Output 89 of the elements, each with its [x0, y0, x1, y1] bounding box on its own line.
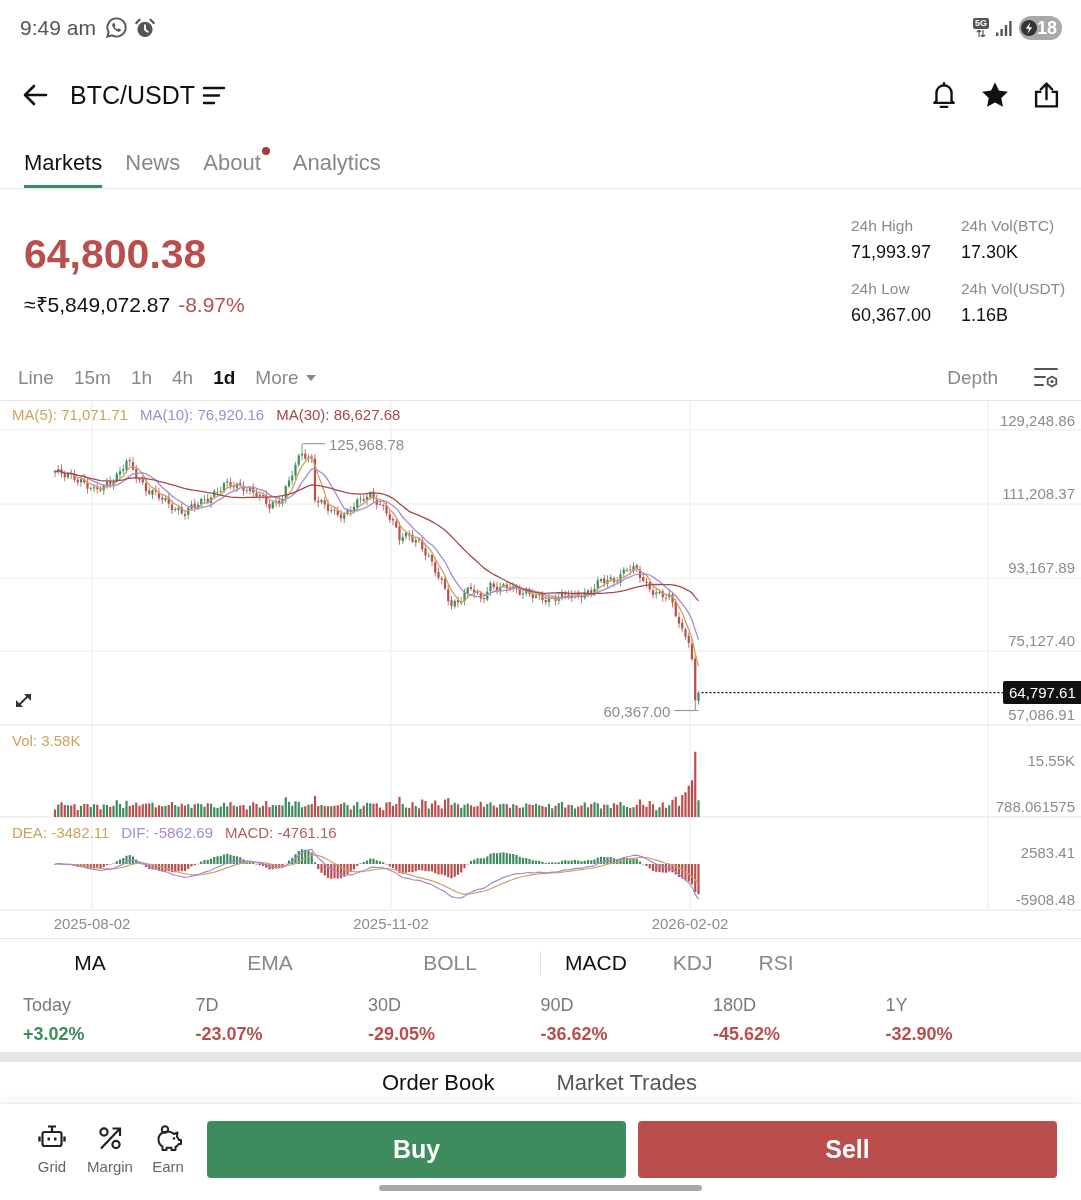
more-dropdown[interactable]: More — [255, 366, 316, 389]
indicator-legend: MA(5): 71,071.71 — [12, 406, 128, 424]
period-label: 180D — [713, 994, 757, 1016]
stat-value: 71,993.97 — [851, 241, 932, 264]
stat-label: 24h Vol(BTC) — [961, 216, 1055, 236]
expand-icon[interactable] — [16, 694, 31, 707]
indicator-legend: DEA: -3482.11 — [12, 824, 110, 842]
indicator-tab[interactable]: BOLL — [423, 950, 477, 975]
tab[interactable]: Markets — [24, 149, 103, 188]
chat-icon — [104, 16, 128, 39]
date-axis-label: 2026-02-02 — [651, 914, 729, 932]
tab[interactable]: About — [203, 149, 270, 188]
volume-axis-label: 15.55K — [1027, 751, 1075, 769]
alarm-clock-icon — [133, 16, 156, 39]
network-type-label: 5G — [973, 18, 989, 29]
period-label: Today — [23, 994, 72, 1016]
stat-value: 1.16B — [961, 304, 1009, 327]
indicator-legend: MACD: -4761.16 — [225, 824, 337, 842]
battery-percentage: 18 — [1036, 17, 1057, 38]
sell-button[interactable]: Sell — [638, 1121, 1057, 1178]
tab[interactable]: Market Trades — [556, 1069, 698, 1096]
indicator-legend: MA(10): 76,920.16 — [139, 406, 265, 424]
macd-axis-label: -5908.48 — [1015, 890, 1075, 908]
piggy-bank-icon — [154, 1124, 182, 1152]
percent-icon — [96, 1124, 124, 1152]
tab[interactable]: Order Book — [382, 1069, 495, 1096]
sort-icon[interactable] — [202, 84, 226, 106]
interval-tab[interactable]: 4h — [172, 366, 194, 389]
tab[interactable]: Analytics — [292, 149, 381, 188]
stat-label: 24h Low — [851, 279, 910, 299]
interval-tab[interactable]: Line — [18, 366, 54, 389]
price-axis-label: 93,167.89 — [1008, 558, 1075, 576]
macd-axis-label: 2583.41 — [1020, 843, 1075, 861]
stat-label: 24h High — [851, 216, 914, 236]
indicator-tab[interactable]: KDJ — [672, 950, 713, 975]
nav-button[interactable]: Margin — [85, 1124, 135, 1177]
signal-icon — [996, 19, 1012, 36]
price-axis-label: 129,248.86 — [999, 411, 1075, 429]
indicator-legend: DIF: -5862.69 — [121, 824, 213, 842]
indicator-tab[interactable]: MACD — [565, 950, 627, 975]
stat-value: 60,367.00 — [851, 304, 932, 327]
interval-tab[interactable]: 15m — [73, 366, 111, 389]
share-icon[interactable] — [1033, 80, 1060, 110]
volume-axis-label: 788.061575 — [995, 797, 1075, 815]
nav-button[interactable]: Grid — [27, 1124, 77, 1177]
interval-tab[interactable]: 1d — [213, 366, 236, 389]
buy-button[interactable]: Buy — [207, 1121, 626, 1178]
indicator-legend: MA(30): 86,627.68 — [276, 406, 401, 424]
back-arrow-icon[interactable] — [22, 82, 48, 108]
leader-line — [302, 443, 326, 445]
last-price-tag: 64,797.61 — [1003, 681, 1081, 705]
tab[interactable]: News — [125, 149, 181, 188]
period-change: -32.90% — [885, 1023, 953, 1046]
nav-button[interactable]: Earn — [143, 1124, 193, 1177]
price-axis-label: 75,127.40 — [1008, 632, 1075, 649]
bell-icon[interactable] — [931, 81, 957, 109]
date-axis-label: 2025-08-02 — [53, 914, 131, 932]
price-axis-label: 57,086.91 — [1008, 705, 1075, 723]
chart-settings-icon[interactable] — [1033, 365, 1059, 390]
date-axis-label: 2025-11-02 — [353, 914, 429, 932]
pair-title[interactable]: BTC/USDT — [70, 80, 195, 110]
interval-tab[interactable]: 1h — [130, 366, 153, 389]
status-time: 9:49 am — [20, 15, 96, 40]
stat-value: 17.30K — [961, 241, 1019, 264]
period-change: +3.02% — [23, 1023, 85, 1046]
period-label: 30D — [368, 994, 402, 1016]
depth-tab[interactable]: Depth — [947, 366, 998, 389]
stat-label: 24h Vol(USDT) — [961, 279, 1066, 299]
high-price-label: 125,968.78 — [329, 436, 405, 454]
period-label: 7D — [195, 994, 219, 1016]
indicator-tab[interactable]: RSI — [758, 950, 794, 975]
low-price-label: 60,367.00 — [603, 703, 671, 720]
charging-icon — [1021, 17, 1037, 38]
period-label: 1Y — [885, 994, 908, 1016]
data-arrows-icon — [976, 30, 986, 37]
price-change: -8.97% — [178, 292, 245, 318]
period-change: -23.07% — [195, 1023, 263, 1046]
caret-icon — [305, 374, 316, 381]
last-price: 64,800.38 — [24, 230, 208, 279]
leader-line — [673, 709, 699, 712]
indicator-tab[interactable]: EMA — [247, 950, 293, 975]
fiat-price: ≈₹5,849,072.87 — [24, 292, 171, 318]
period-label: 90D — [540, 994, 574, 1016]
volume-legend: Vol: 3.58K — [12, 732, 81, 750]
period-change: -29.05% — [368, 1023, 436, 1046]
period-change: -36.62% — [540, 1023, 608, 1046]
price-axis-label: 111,208.37 — [1002, 485, 1075, 502]
indicator-tab[interactable]: MA — [74, 950, 106, 975]
period-change: -45.62% — [713, 1023, 781, 1046]
